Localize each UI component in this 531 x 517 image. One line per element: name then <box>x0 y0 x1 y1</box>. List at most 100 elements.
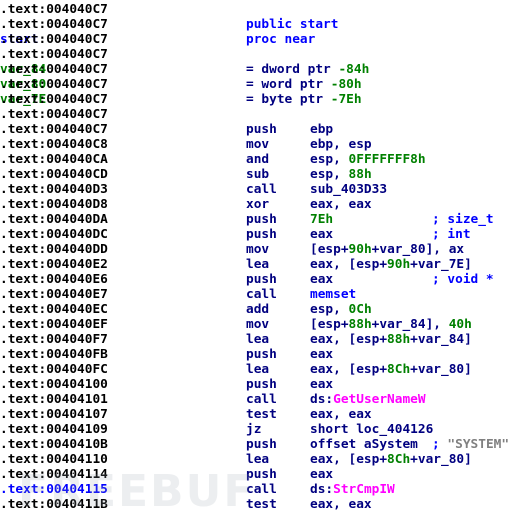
operands[interactable]: eax, [esp+88h+var_84] <box>310 332 472 347</box>
operands[interactable]: eax, [esp+8Ch+var_80] <box>310 452 472 467</box>
listing-line[interactable]: .text:004040F7 lea eax, [esp+88h+var_84] <box>0 332 531 347</box>
token[interactable]: ; <box>432 437 447 452</box>
operands[interactable]: eax <box>310 377 333 392</box>
token[interactable]: ; void * <box>432 272 494 287</box>
address[interactable]: .text:004040F7 <box>0 332 108 347</box>
operands[interactable]: esp, 88h <box>310 167 372 182</box>
listing-line[interactable]: .text:004040DC push eax ; int <box>0 227 531 242</box>
operands[interactable]: offset aSystem <box>310 437 418 452</box>
operands[interactable]: eax <box>310 347 333 362</box>
listing-line[interactable]: .text:00404100 push eax <box>0 377 531 392</box>
listing-line[interactable]: .text:004040D3 call sub_403D33 <box>0 182 531 197</box>
address[interactable]: .text:004040FB <box>0 347 108 362</box>
operands[interactable]: [esp+90h+var_80], ax <box>310 242 464 257</box>
listing-line[interactable]: .text:004040CD sub esp, 88h <box>0 167 531 182</box>
listing-line[interactable]: .text:004040E6 push eax ; void * <box>0 272 531 287</box>
token[interactable]: proc near <box>246 32 315 47</box>
operands[interactable]: esp, 0FFFFFFF8h <box>310 152 426 167</box>
operands[interactable]: eax <box>310 272 333 287</box>
address[interactable]: .text:004040FC <box>0 362 108 377</box>
operands[interactable]: ds:StrCmpIW <box>310 482 395 497</box>
operands[interactable]: 7Eh <box>310 212 333 227</box>
operands[interactable]: memset <box>310 287 356 302</box>
address[interactable]: .text:004040EF <box>0 317 108 332</box>
listing-line[interactable]: .text:00404109 jz short loc_404126 <box>0 422 531 437</box>
listing-line[interactable]: .text:0040411B test eax, eax <box>0 497 531 512</box>
listing-line[interactable]: .text:004040DD mov [esp+90h+var_80], ax <box>0 242 531 257</box>
operands[interactable]: ebp <box>310 122 333 137</box>
address[interactable]: .text:004040DC <box>0 227 108 242</box>
listing-line[interactable]: .text:004040EC add esp, 0Ch <box>0 302 531 317</box>
operands[interactable]: eax, eax <box>310 197 372 212</box>
operands[interactable]: eax, eax <box>310 407 372 422</box>
listing-line[interactable]: .text:004040EF mov [esp+88h+var_84], 40h <box>0 317 531 332</box>
operands[interactable]: sub_403D33 <box>310 182 387 197</box>
address[interactable]: .text:0040410B <box>0 437 108 452</box>
disassembly-listing[interactable]: .text:004040C7 .text:004040C7 public start… <box>0 2 531 512</box>
address[interactable]: .text:00404114 <box>0 467 108 482</box>
address[interactable]: .text:004040C7 <box>0 17 108 32</box>
listing-line[interactable]: .text:004040C7 public start <box>0 17 531 32</box>
address[interactable]: .text:00404101 <box>0 392 108 407</box>
operands[interactable]: short loc_404126 <box>310 422 433 437</box>
operands[interactable]: eax, [esp+90h+var_7E] <box>310 257 472 272</box>
address[interactable]: .text:004040C7 <box>0 107 108 122</box>
token[interactable]: ; size_t <box>432 212 494 227</box>
address[interactable]: .text:00404107 <box>0 407 108 422</box>
address[interactable]: .text:004040DD <box>0 242 108 257</box>
address[interactable]: .text:004040DA <box>0 212 108 227</box>
operands[interactable]: esp, 0Ch <box>310 302 372 317</box>
address[interactable]: .text:004040C7 <box>0 77 108 92</box>
address[interactable]: .text:004040C7 <box>0 62 108 77</box>
listing-line[interactable]: .text:00404107 test eax, eax <box>0 407 531 422</box>
operands[interactable]: ds:GetUserNameW <box>310 392 426 407</box>
listing-line[interactable]: .text:004040C7 <box>0 2 531 17</box>
operands[interactable]: ebp, esp <box>310 137 372 152</box>
address[interactable]: .text:004040C8 <box>0 137 108 152</box>
token[interactable]: memset <box>310 287 356 302</box>
address[interactable]: .text:004040E2 <box>0 257 108 272</box>
token[interactable]: public start <box>246 17 338 32</box>
address[interactable]: .text:00404110 <box>0 452 108 467</box>
token[interactable]: ; int <box>432 227 471 242</box>
address[interactable]: .text:004040CA <box>0 152 108 167</box>
address[interactable]: .text:004040C7 <box>0 122 108 137</box>
address[interactable]: .text:00404115 <box>0 482 108 497</box>
listing-line[interactable]: .text:00404110 lea eax, [esp+8Ch+var_80] <box>0 452 531 467</box>
operands[interactable]: [esp+88h+var_84], 40h <box>310 317 472 332</box>
listing-line[interactable]: .text:004040C8 mov ebp, esp <box>0 137 531 152</box>
listing-line[interactable]: .text:004040C7 var_84 = dword ptr -84h <box>0 62 531 77</box>
address[interactable]: .text:00404100 <box>0 377 108 392</box>
operands[interactable]: eax, eax <box>310 497 372 512</box>
address[interactable]: .text:004040C7 <box>0 32 108 47</box>
listing-line[interactable]: .text:004040E2 lea eax, [esp+90h+var_7E] <box>0 257 531 272</box>
listing-line[interactable]: .text:00404115 call ds:StrCmpIW <box>0 482 531 497</box>
listing-line[interactable]: .text:004040D8 xor eax, eax <box>0 197 531 212</box>
listing-line[interactable]: .text:004040DA push 7Eh ; size_t <box>0 212 531 227</box>
address[interactable]: .text:004040E7 <box>0 287 108 302</box>
listing-line[interactable]: .text:004040C7 var_80 = word ptr -80h <box>0 77 531 92</box>
listing-line[interactable]: .text:004040FC lea eax, [esp+8Ch+var_80] <box>0 362 531 377</box>
listing-line[interactable]: .text:0040410B push offset aSystem; "SYSTE… <box>0 437 531 452</box>
address[interactable]: .text:004040D8 <box>0 197 108 212</box>
listing-line[interactable]: .text:004040FB push eax <box>0 347 531 362</box>
address[interactable]: .text:0040411B <box>0 497 108 512</box>
listing-line[interactable]: .text:00404101 call ds:GetUserNameW <box>0 392 531 407</box>
listing-line[interactable]: .text:00404114 push eax <box>0 467 531 482</box>
listing-line[interactable]: .text:004040C7 <box>0 107 531 122</box>
address[interactable]: .text:00404109 <box>0 422 108 437</box>
operands[interactable]: eax <box>310 467 333 482</box>
address[interactable]: .text:004040D3 <box>0 182 108 197</box>
listing-line[interactable]: .text:004040C7 var_7E = byte ptr -7Eh <box>0 92 531 107</box>
address[interactable]: .text:004040CD <box>0 167 108 182</box>
address[interactable]: .text:004040C7 <box>0 92 108 107</box>
token[interactable]: GetUserNameW <box>333 392 425 407</box>
address[interactable]: .text:004040C7 <box>0 2 108 17</box>
token[interactable]: StrCmpIW <box>333 482 395 497</box>
listing-line[interactable]: .text:004040C7 <box>0 47 531 62</box>
address[interactable]: .text:004040EC <box>0 302 108 317</box>
address[interactable]: .text:004040C7 <box>0 47 108 62</box>
address[interactable]: .text:004040E6 <box>0 272 108 287</box>
listing-line[interactable]: .text:004040C7 start proc near <box>0 32 531 47</box>
listing-line[interactable]: .text:004040E7 call memset <box>0 287 531 302</box>
